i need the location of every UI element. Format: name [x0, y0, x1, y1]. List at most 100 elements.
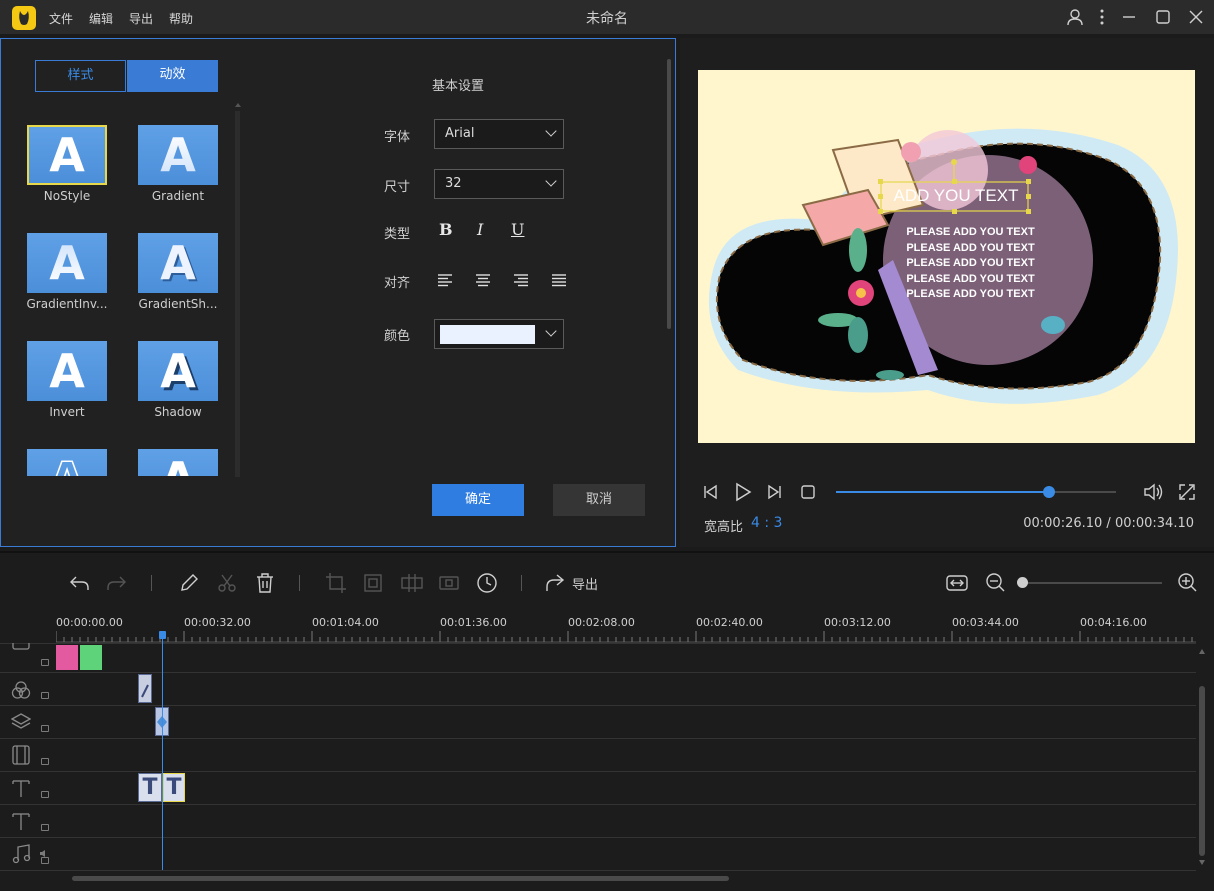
- bold-button[interactable]: B: [439, 220, 453, 239]
- ruler-tick-label: 00:02:08.00: [568, 616, 635, 629]
- lock-icon[interactable]: [41, 758, 49, 765]
- size-select[interactable]: 32: [434, 169, 564, 199]
- redo-icon[interactable]: [106, 572, 128, 598]
- scroll-up-arrow-icon[interactable]: [1199, 648, 1205, 654]
- video-clip[interactable]: [56, 645, 78, 670]
- stop-icon[interactable]: [800, 484, 816, 504]
- styles-scrollbar[interactable]: [235, 111, 240, 477]
- preview-canvas[interactable]: ADD YOU TEXT PLEASE ADD YOU TEXT PLEASE …: [698, 70, 1195, 443]
- crop-icon[interactable]: [325, 572, 347, 598]
- ruler-tick-label: 00:02:40.00: [696, 616, 763, 629]
- cut-icon[interactable]: [216, 572, 238, 598]
- ruler-tick-label: 00:00:00.00: [56, 616, 123, 629]
- zoom-slider-handle[interactable]: [1017, 577, 1028, 588]
- export-label[interactable]: 导出: [572, 574, 598, 593]
- lock-icon[interactable]: [41, 857, 49, 864]
- toolbar-divider: [151, 575, 152, 591]
- preview-body-line: PLEASE ADD YOU TEXT: [906, 226, 1035, 238]
- lock-icon[interactable]: [41, 659, 49, 666]
- style-tile-invert[interactable]: A: [27, 341, 107, 401]
- panel-scrollbar[interactable]: [667, 59, 671, 329]
- lock-icon[interactable]: [41, 692, 49, 699]
- previous-frame-icon[interactable]: [702, 483, 720, 505]
- resize-icon[interactable]: [362, 572, 384, 598]
- video-clip[interactable]: [80, 645, 102, 670]
- ruler-tick-label: 00:03:12.00: [824, 616, 891, 629]
- delete-icon[interactable]: [254, 572, 276, 598]
- underline-button[interactable]: U: [511, 220, 524, 239]
- timeline-horizontal-scrollbar[interactable]: [72, 876, 729, 881]
- style-tile-partial[interactable]: A: [27, 449, 107, 476]
- scroll-up-arrow-icon[interactable]: [235, 101, 241, 107]
- mosaic-icon[interactable]: [400, 572, 424, 598]
- overlay-track-icon: [10, 712, 32, 732]
- fit-timeline-icon[interactable]: [946, 573, 968, 597]
- style-tile-gradient-shadow[interactable]: A: [138, 233, 218, 293]
- edit-pencil-icon[interactable]: [178, 572, 200, 598]
- style-tile-gradient-inverse[interactable]: A: [27, 233, 107, 293]
- align-left-icon[interactable]: [437, 272, 453, 291]
- close-icon[interactable]: [1187, 8, 1205, 26]
- color-picker[interactable]: [434, 319, 564, 349]
- align-right-icon[interactable]: [513, 272, 529, 291]
- confirm-button[interactable]: 确定: [432, 484, 524, 516]
- style-glyph: A: [160, 344, 196, 398]
- align-justify-icon[interactable]: [551, 272, 567, 291]
- export-icon[interactable]: [544, 572, 566, 598]
- playhead-line[interactable]: [162, 637, 163, 870]
- style-preview: A: [27, 449, 107, 476]
- freeze-frame-icon[interactable]: [438, 572, 460, 598]
- text-clip[interactable]: T: [138, 773, 162, 802]
- timeline-ruler[interactable]: [56, 631, 1196, 643]
- user-icon[interactable]: [1066, 8, 1084, 26]
- style-glyph: A: [160, 128, 196, 182]
- track-divider: [0, 804, 1196, 805]
- style-tile-shadow[interactable]: A: [138, 341, 218, 401]
- style-tile-partial[interactable]: A: [138, 449, 218, 476]
- style-label: GradientInv...: [26, 297, 108, 311]
- chevron-down-icon: [545, 325, 557, 337]
- filter-clip[interactable]: [138, 674, 152, 703]
- play-icon[interactable]: [732, 481, 754, 507]
- playback-progress-track[interactable]: [836, 491, 1116, 493]
- preview-body-text[interactable]: PLEASE ADD YOU TEXT PLEASE ADD YOU TEXT …: [898, 225, 1043, 303]
- style-preview: A: [27, 233, 107, 293]
- font-select[interactable]: Arial: [434, 119, 564, 149]
- preview-title-text[interactable]: ADD YOU TEXT: [884, 186, 1028, 206]
- tab-style[interactable]: 样式: [35, 60, 126, 92]
- scroll-down-arrow-icon[interactable]: [1199, 860, 1205, 866]
- undo-icon[interactable]: [68, 572, 90, 598]
- text-clip-selected[interactable]: T: [163, 773, 185, 802]
- more-icon[interactable]: [1093, 8, 1111, 26]
- filter-track-icon: [11, 680, 31, 700]
- zoom-slider-track[interactable]: [1020, 582, 1162, 584]
- maximize-icon[interactable]: [1154, 8, 1172, 26]
- aspect-ratio-value[interactable]: 4 : 3: [751, 515, 782, 531]
- lock-icon[interactable]: [41, 791, 49, 798]
- playhead-handle[interactable]: [159, 631, 166, 639]
- cancel-button[interactable]: 取消: [553, 484, 645, 516]
- style-preview: A: [138, 233, 218, 293]
- align-center-icon[interactable]: [475, 272, 491, 291]
- track-divider: [0, 705, 1196, 706]
- lock-icon[interactable]: [41, 824, 49, 831]
- ruler-tick-label: 00:04:16.00: [1080, 616, 1147, 629]
- italic-button[interactable]: I: [477, 220, 483, 239]
- zoom-in-icon[interactable]: [1176, 572, 1198, 598]
- next-frame-icon[interactable]: [765, 483, 783, 505]
- minimize-icon[interactable]: [1120, 8, 1138, 26]
- text-track-icon: [11, 778, 31, 798]
- style-preview: A: [27, 125, 107, 185]
- style-tile-nostyle[interactable]: A: [27, 125, 107, 185]
- style-tile-gradient[interactable]: A: [138, 125, 218, 185]
- timeline-vertical-scrollbar[interactable]: [1199, 686, 1205, 856]
- volume-icon[interactable]: [1142, 482, 1164, 506]
- zoom-out-icon[interactable]: [984, 572, 1006, 598]
- lock-icon[interactable]: [41, 725, 49, 732]
- fullscreen-icon[interactable]: [1178, 483, 1196, 505]
- volume-icon[interactable]: [40, 842, 49, 857]
- playback-progress-handle[interactable]: [1042, 486, 1055, 498]
- tab-effect[interactable]: 动效: [127, 60, 218, 92]
- duration-clock-icon[interactable]: [476, 572, 498, 598]
- style-label: Shadow: [154, 405, 202, 419]
